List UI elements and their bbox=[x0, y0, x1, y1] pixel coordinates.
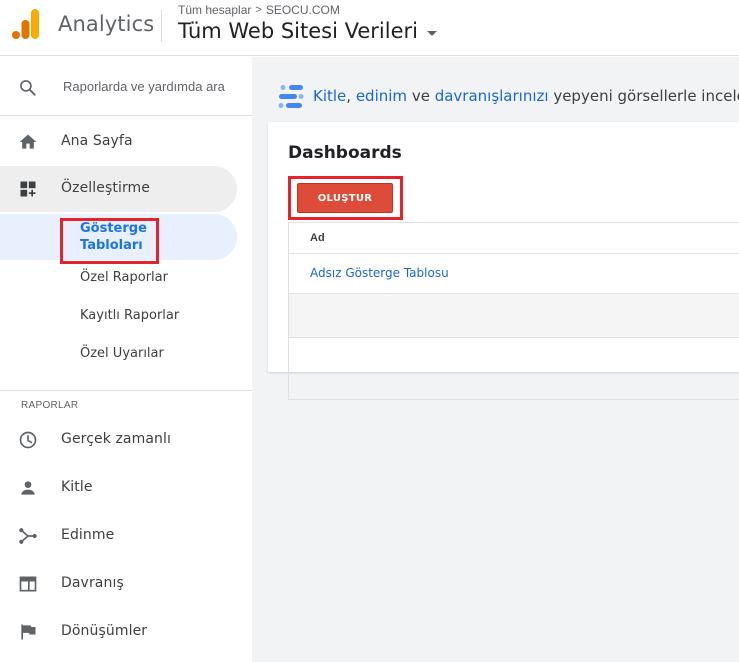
table-header: Ad bbox=[289, 223, 739, 254]
sidebar-item-label: Özelleştirme bbox=[61, 180, 151, 196]
caret-down-icon[interactable] bbox=[426, 30, 437, 36]
sidebar-subitem-custom-alerts[interactable]: Özel Uyarılar bbox=[0, 337, 252, 373]
sidebar-subitem-label: Kayıtlı Raporlar bbox=[80, 308, 180, 323]
sidebar-item-label: Kitle bbox=[61, 479, 93, 495]
behavior-link[interactable]: davranışlarınızı bbox=[435, 87, 549, 105]
sidebar-item-label: Ana Sayfa bbox=[61, 133, 133, 149]
sidebar-search[interactable]: Raporlarda ve yardımda ara bbox=[0, 65, 252, 109]
banner-text-end: yepyeni görsellerle inceleyin. bbox=[553, 87, 739, 105]
search-icon[interactable] bbox=[18, 78, 38, 98]
sidebar-item-behavior[interactable]: Davranış bbox=[0, 561, 252, 607]
search-label[interactable]: Raporlarda ve yardımda ara bbox=[63, 79, 225, 94]
analytics-logo-icon[interactable] bbox=[12, 9, 40, 39]
sidebar-item-realtime[interactable]: Gerçek zamanlı bbox=[0, 417, 252, 463]
insights-icon bbox=[278, 85, 304, 108]
banner-text: Kitle, edinim ve davranışlarınızı yepyen… bbox=[313, 87, 739, 105]
promo-banner: Kitle, edinim ve davranışlarınızı yepyen… bbox=[268, 70, 739, 122]
audience-link[interactable]: Kitle bbox=[313, 87, 346, 105]
top-header: Analytics Tüm hesaplar > SEOCU.COM Tüm W… bbox=[0, 0, 739, 56]
breadcrumb-root[interactable]: Tüm hesaplar bbox=[178, 3, 251, 17]
banner-separator: , bbox=[346, 87, 356, 105]
dashboard-customize-icon bbox=[20, 181, 36, 197]
clock-icon bbox=[19, 431, 37, 449]
sidebar-item-home[interactable]: Ana Sayfa bbox=[0, 119, 252, 165]
sidebar-item-conversions[interactable]: Dönüşümler bbox=[0, 609, 252, 655]
dashboards-table: Ad Adsız Gösterge Tablosu bbox=[288, 222, 739, 400]
sidebar-item-label: Dönüşümler bbox=[61, 623, 148, 639]
dashboard-link[interactable]: Adsız Gösterge Tablosu bbox=[310, 266, 449, 280]
breadcrumb-separator: > bbox=[255, 4, 262, 16]
page-title: Dashboards bbox=[288, 143, 402, 163]
view-name[interactable]: Tüm Web Sitesi Verileri bbox=[178, 19, 418, 43]
sidebar-item-audience[interactable]: Kitle bbox=[0, 465, 252, 511]
sidebar-subitem-dashboards[interactable]: Gösterge Tabloları bbox=[0, 214, 237, 260]
sidebar-subitem-custom-reports[interactable]: Özel Raporlar bbox=[0, 261, 252, 297]
sidebar-item-label: Edinme bbox=[61, 527, 115, 543]
sidebar: Raporlarda ve yardımda ara Ana Sayfa Öze… bbox=[0, 57, 252, 662]
view-selector[interactable]: Tüm Web Sitesi Verileri bbox=[178, 19, 437, 43]
sidebar-subitem-label: Gösterge Tabloları bbox=[80, 221, 147, 253]
person-icon bbox=[21, 481, 35, 495]
sidebar-item-customization[interactable]: Özelleştirme bbox=[0, 166, 237, 212]
header-divider bbox=[161, 10, 162, 42]
sidebar-item-acquisition[interactable]: Edinme bbox=[0, 513, 252, 559]
column-header-name[interactable]: Ad bbox=[310, 232, 325, 244]
app-name: Analytics bbox=[58, 12, 155, 36]
breadcrumb[interactable]: Tüm hesaplar > SEOCU.COM bbox=[178, 3, 340, 17]
sidebar-divider bbox=[0, 390, 252, 391]
flag-icon bbox=[21, 624, 36, 640]
table-row[interactable]: Adsız Gösterge Tablosu bbox=[289, 254, 739, 294]
dashboards-card: Dashboards OLUŞTUR Ad Adsız Gösterge Tab… bbox=[268, 122, 739, 400]
main-content: Kitle, edinim ve davranışlarınızı yepyen… bbox=[252, 57, 739, 662]
reports-section-label: RAPORLAR bbox=[21, 400, 79, 411]
sidebar-subitem-saved-reports[interactable]: Kayıtlı Raporlar bbox=[0, 299, 252, 335]
breadcrumb-account[interactable]: SEOCU.COM bbox=[266, 3, 340, 17]
sidebar-subitem-label: Özel Raporlar bbox=[80, 270, 168, 285]
acquisition-icon bbox=[19, 528, 37, 544]
sidebar-divider bbox=[0, 115, 252, 116]
banner-separator: ve bbox=[407, 87, 435, 105]
acquisition-link[interactable]: edinim bbox=[356, 87, 407, 105]
sidebar-subitem-label: Özel Uyarılar bbox=[80, 346, 164, 361]
sidebar-item-label: Gerçek zamanlı bbox=[61, 431, 171, 447]
create-button[interactable]: OLUŞTUR bbox=[297, 183, 393, 213]
behavior-icon bbox=[19, 576, 37, 592]
home-icon bbox=[19, 134, 37, 149]
sidebar-item-label: Davranış bbox=[61, 575, 124, 591]
table-footer bbox=[289, 294, 739, 338]
